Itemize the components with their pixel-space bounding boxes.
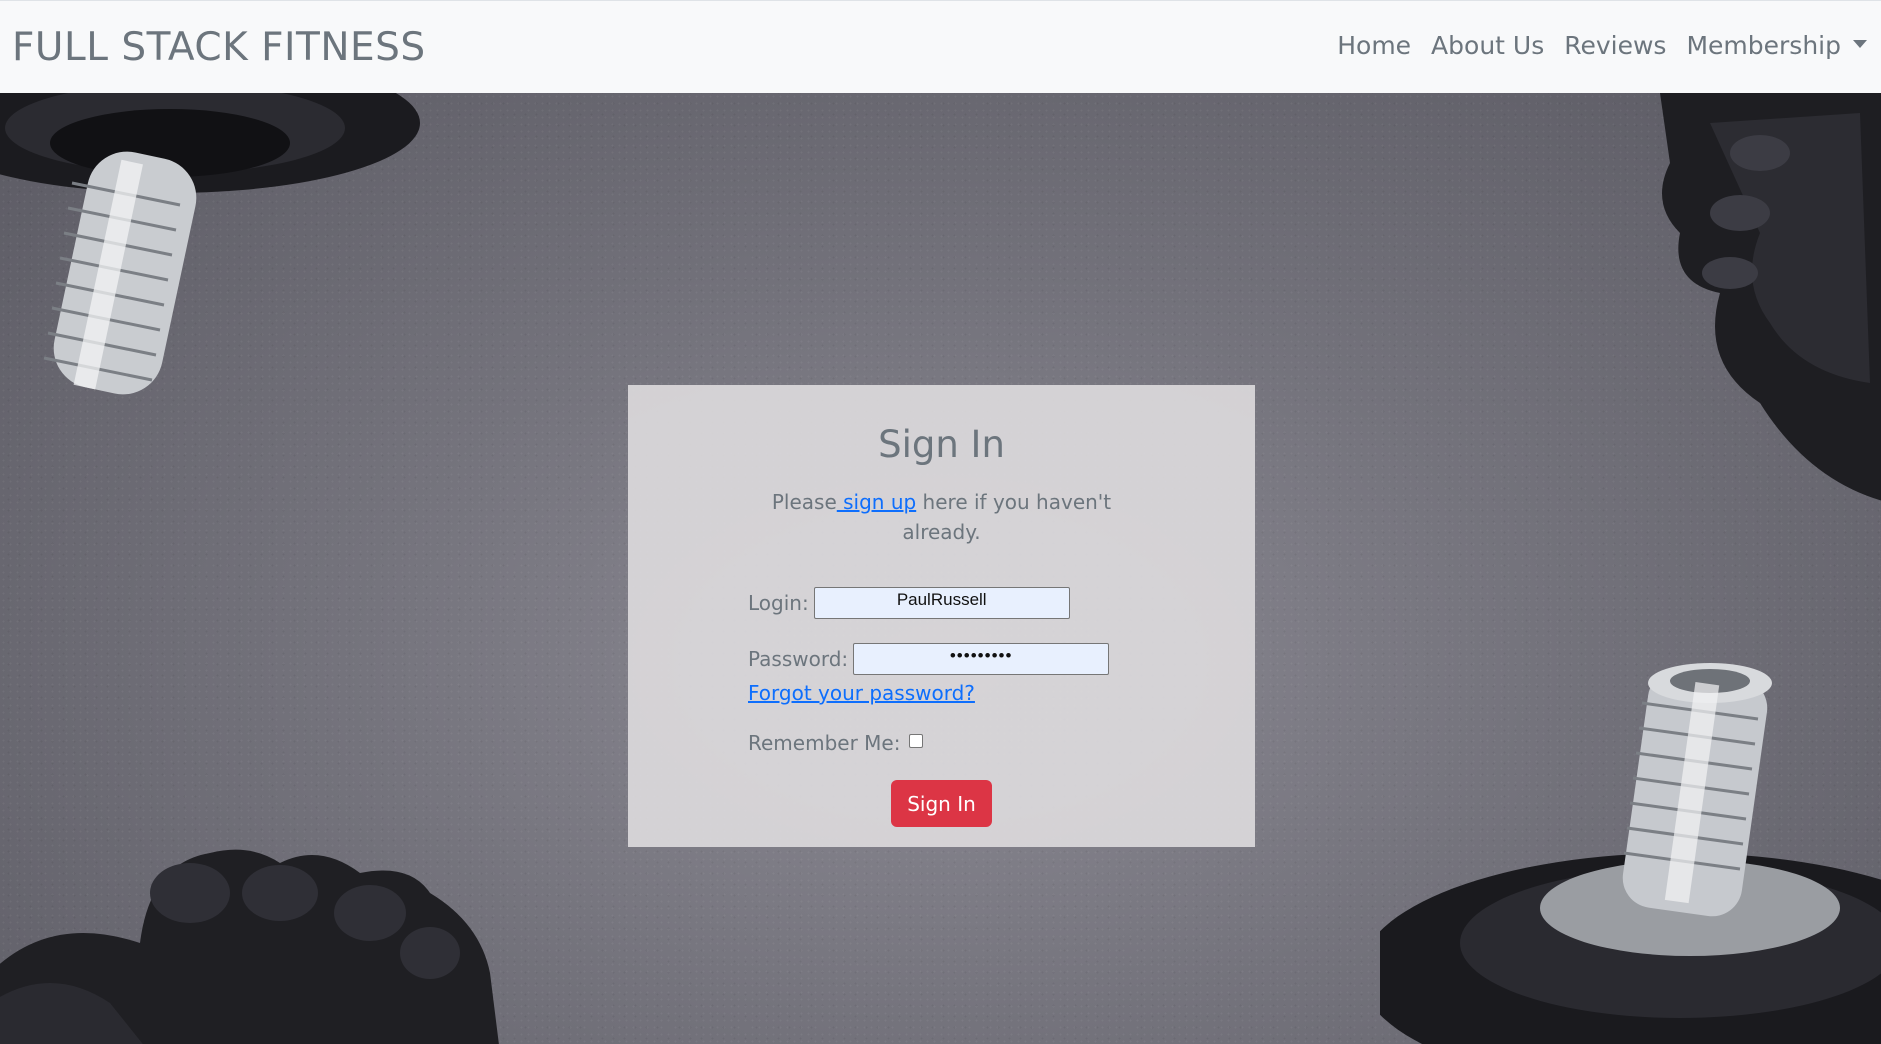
caret-down-icon xyxy=(1853,40,1867,48)
forgot-password-link[interactable]: Forgot your password? xyxy=(748,681,975,705)
login-label: Login: xyxy=(748,591,809,615)
sign-in-button[interactable]: Sign In xyxy=(891,780,992,827)
sign-in-card: Sign In Please sign up here if you haven… xyxy=(628,385,1255,847)
nav-reviews-link[interactable]: Reviews xyxy=(1564,31,1666,60)
brand-logo[interactable]: FULL STACK FITNESS xyxy=(12,25,426,70)
sign-in-title: Sign In xyxy=(878,423,1005,466)
dumbbell-image-top-left xyxy=(0,93,420,395)
prompt-text-after: here if you haven't already. xyxy=(902,490,1112,544)
remember-me-checkbox[interactable] xyxy=(909,734,924,748)
sign-up-link[interactable]: sign up xyxy=(837,490,916,514)
remember-me-row: Remember Me: xyxy=(748,731,924,755)
password-input[interactable]: ••••••••• xyxy=(853,643,1110,675)
nav-home-link[interactable]: Home xyxy=(1337,31,1411,60)
password-row: Password: ••••••••• xyxy=(748,643,1110,675)
remember-me-label: Remember Me: xyxy=(748,731,901,755)
nav-about-link[interactable]: About Us xyxy=(1431,31,1544,60)
sign-up-prompt: Please sign up here if you haven't alrea… xyxy=(768,487,1115,547)
nav-membership-label: Membership xyxy=(1686,31,1841,60)
login-input[interactable]: PaulRussell xyxy=(813,587,1070,619)
prompt-text-before: Please xyxy=(771,490,837,514)
password-label: Password: xyxy=(748,647,849,671)
hero-background: Sign In Please sign up here if you haven… xyxy=(0,93,1881,1044)
nav-membership-dropdown[interactable]: Membership xyxy=(1686,31,1867,60)
navbar: FULL STACK FITNESS Home About Us Reviews… xyxy=(0,0,1881,93)
glove-image-bottom-left xyxy=(0,849,499,1044)
login-row: Login: PaulRussell xyxy=(748,587,1070,619)
glove-image-top-right xyxy=(1660,93,1881,501)
page: FULL STACK FITNESS Home About Us Reviews… xyxy=(0,0,1881,1044)
nav-links: Home About Us Reviews Membership xyxy=(1317,31,1867,60)
dumbbell-image-bottom-right xyxy=(1380,663,1881,1044)
